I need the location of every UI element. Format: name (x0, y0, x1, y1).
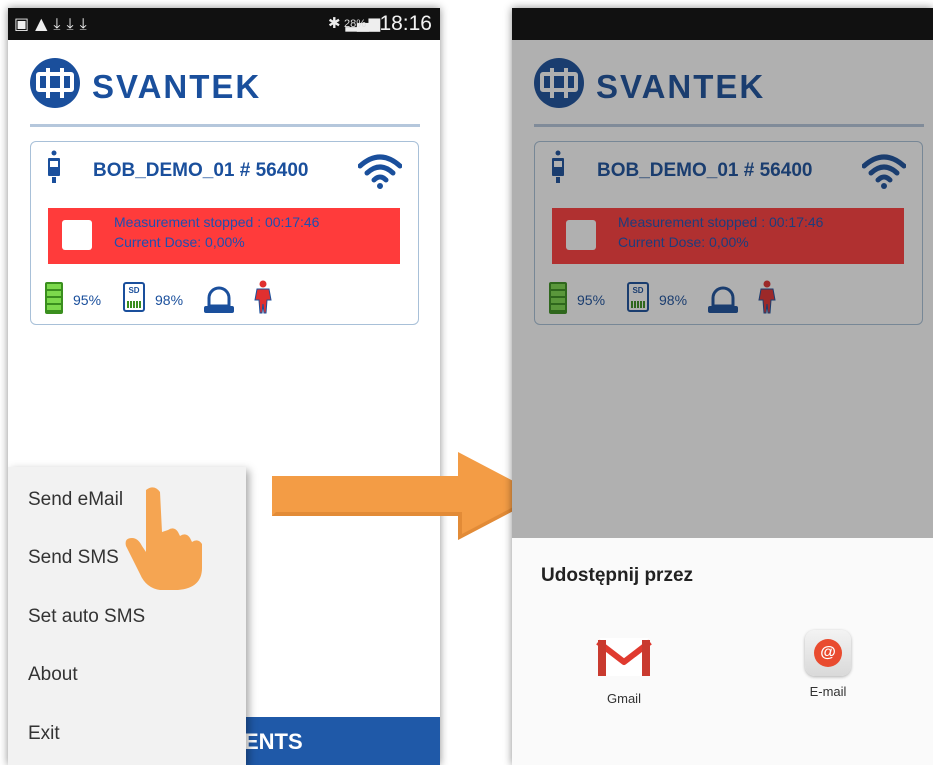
left-phone-screen: ▣▲⤓⤓⤓ ✱ ▂▄▆ 28% 18:16 SVANTEK BOB_DEMO_0… (8, 8, 440, 765)
measurement-status-text: Measurement stopped : 00:17:46 (114, 214, 320, 230)
alarm-beacon-icon (204, 286, 234, 313)
share-option-gmail-label: Gmail (607, 691, 641, 706)
gmail-icon (596, 638, 652, 676)
email-icon: @ (805, 630, 851, 676)
logo-text: SVANTEK (92, 68, 262, 105)
measurement-status-banner: Measurement stopped : 00:17:46 Current D… (48, 208, 400, 264)
svantek-logo: SVANTEK (30, 58, 290, 110)
right-phone-screen: SVANTEK BOB_DEMO_01 # 56400 Measurement … (512, 8, 933, 765)
header-divider (30, 124, 420, 127)
menu-item-about[interactable]: About (28, 664, 78, 686)
pointing-hand-icon (125, 487, 202, 590)
svantek-logo-icon (30, 58, 80, 108)
stop-indicator[interactable] (62, 220, 92, 250)
share-option-email[interactable]: @ E-mail (796, 630, 860, 699)
transition-arrow-icon (272, 452, 542, 540)
clock: 18:16 (379, 12, 432, 35)
share-option-gmail[interactable]: Gmail (594, 634, 654, 706)
notification-icons: ▣▲⤓⤓⤓ (14, 14, 93, 33)
battery-percent: 28% (343, 18, 366, 30)
sd-level: 98% (155, 292, 184, 308)
status-bar: ▣▲⤓⤓⤓ ✱ ▂▄▆ 28% 18:16 (8, 8, 440, 40)
menu-item-send-sms[interactable]: Send SMS (28, 547, 119, 569)
share-sheet: Udostępnij przez Gmail @ E-mail (512, 538, 933, 765)
menu-item-set-auto-sms[interactable]: Set auto SMS (28, 606, 145, 628)
sd-card-icon: SD (123, 282, 145, 312)
device-card[interactable]: BOB_DEMO_01 # 56400 Measurement stopped … (30, 141, 419, 325)
battery-level: 95% (73, 292, 102, 308)
status-bar (512, 8, 933, 40)
current-dose-text: Current Dose: 0,00% (114, 234, 245, 250)
wifi-icon (358, 154, 402, 189)
menu-item-send-email[interactable]: Send eMail (28, 489, 123, 511)
share-option-email-label: E-mail (809, 684, 847, 699)
device-title: BOB_DEMO_01 # 56400 (93, 160, 309, 181)
share-sheet-title: Udostępnij przez (541, 565, 694, 586)
dim-overlay[interactable] (512, 40, 933, 538)
device-stats-row: 95% SD 98% (45, 280, 405, 316)
battery-icon (45, 282, 63, 314)
menu-item-exit[interactable]: Exit (28, 723, 60, 745)
person-icon (254, 280, 272, 314)
dosimeter-icon (48, 150, 60, 183)
bottom-tab-label: ENTS (244, 729, 303, 754)
